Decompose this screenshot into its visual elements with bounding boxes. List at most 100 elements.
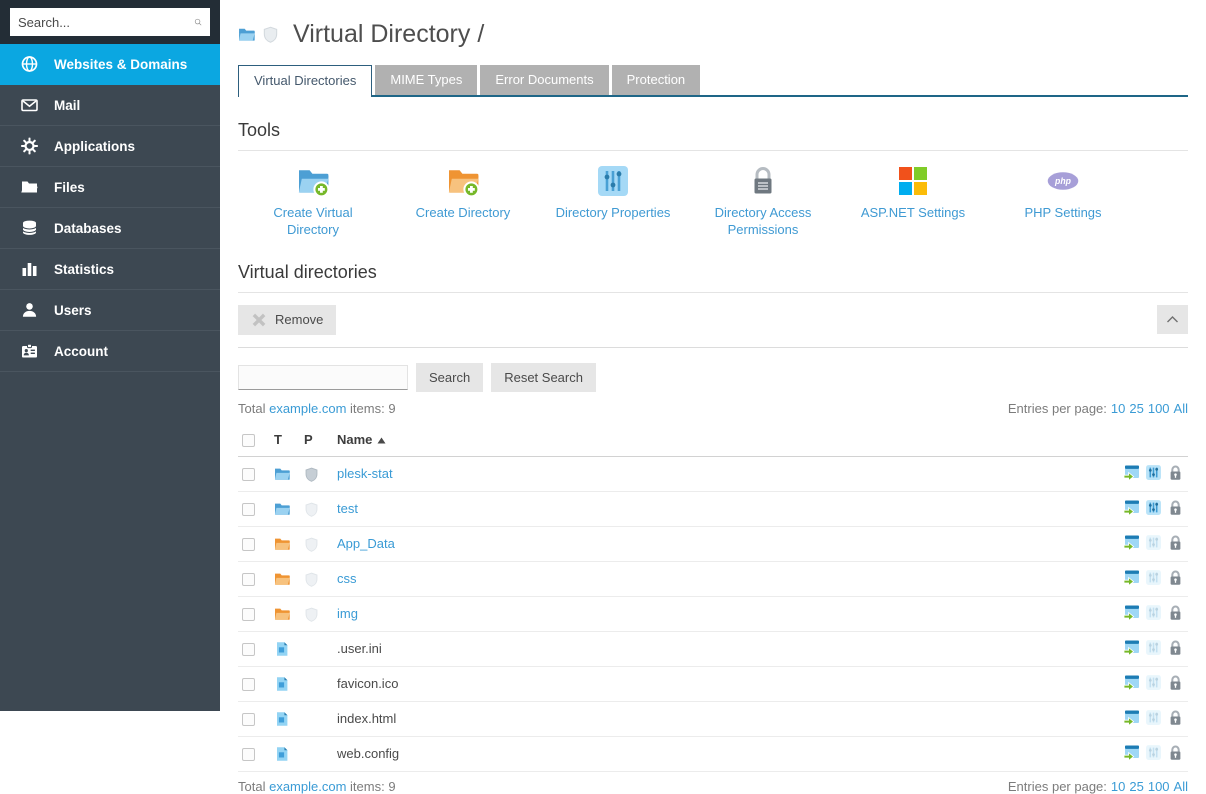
row-name-link[interactable]: test: [337, 501, 358, 516]
row-name-link[interactable]: css: [337, 571, 357, 586]
file-icon: [274, 641, 290, 657]
tool-directory-properties[interactable]: Directory Properties: [538, 162, 688, 239]
row-name-text: index.html: [337, 711, 396, 726]
permissions-action-icon[interactable]: [1167, 639, 1184, 656]
tab-mime-types[interactable]: MIME Types: [375, 65, 477, 95]
reset-search-button[interactable]: Reset Search: [491, 363, 596, 392]
row-name-link[interactable]: img: [337, 606, 358, 621]
domain-link[interactable]: example.com: [269, 779, 346, 794]
properties-action-icon: [1145, 569, 1162, 586]
permissions-action-icon[interactable]: [1167, 674, 1184, 691]
tool-asp-net-settings[interactable]: ASP.NET Settings: [838, 162, 988, 239]
page-title-row: Virtual Directory /: [238, 20, 1188, 49]
open-action-icon[interactable]: [1123, 674, 1140, 691]
row-checkbox[interactable]: [242, 643, 255, 656]
ms-squares-icon: [897, 162, 929, 200]
row-checkbox[interactable]: [242, 748, 255, 761]
permissions-action-icon[interactable]: [1167, 709, 1184, 726]
open-action-icon[interactable]: [1123, 499, 1140, 516]
sidebar-item-mail[interactable]: Mail: [0, 85, 220, 126]
tab-protection[interactable]: Protection: [612, 65, 701, 95]
entries-option-100[interactable]: 100: [1148, 779, 1170, 794]
domain-link[interactable]: example.com: [269, 401, 346, 416]
row-checkbox[interactable]: [242, 503, 255, 516]
sidebar-item-label: Websites & Domains: [54, 57, 187, 72]
permissions-action-icon[interactable]: [1167, 499, 1184, 516]
column-type[interactable]: T: [270, 426, 300, 457]
open-action-icon[interactable]: [1123, 744, 1140, 761]
tab-error-documents[interactable]: Error Documents: [480, 65, 608, 95]
sidebar-search-input[interactable]: [18, 15, 194, 30]
sidebar-item-statistics[interactable]: Statistics: [0, 249, 220, 290]
open-action-icon[interactable]: [1123, 534, 1140, 551]
row-checkbox[interactable]: [242, 573, 255, 586]
filter-input[interactable]: [238, 365, 408, 390]
entries-option-25[interactable]: 25: [1129, 401, 1143, 416]
open-action-icon[interactable]: [1123, 639, 1140, 656]
entries-option-25[interactable]: 25: [1129, 779, 1143, 794]
properties-action-icon[interactable]: [1145, 499, 1162, 516]
properties-action-icon: [1145, 604, 1162, 621]
shield-icon: [304, 467, 319, 482]
remove-button[interactable]: Remove: [238, 305, 336, 335]
collapse-toolbar-button[interactable]: [1157, 305, 1188, 334]
column-name[interactable]: Name: [333, 426, 1084, 457]
folder-orange-icon: [274, 606, 290, 622]
table-row: plesk-stat: [238, 456, 1188, 491]
sidebar-item-users[interactable]: Users: [0, 290, 220, 331]
entries-option-all[interactable]: All: [1174, 401, 1188, 416]
file-icon: [274, 746, 290, 762]
row-checkbox[interactable]: [242, 538, 255, 551]
sidebar-item-applications[interactable]: Applications: [0, 126, 220, 167]
entries-option-all[interactable]: All: [1174, 779, 1188, 794]
sidebar-item-label: Mail: [54, 98, 80, 113]
row-name-text: web.config: [337, 746, 399, 761]
sidebar: Websites & Domains Mail ApplicationsFilesD…: [0, 0, 220, 711]
row-name-link[interactable]: App_Data: [337, 536, 395, 551]
tab-bar: Virtual DirectoriesMIME TypesError Docum…: [238, 65, 1188, 97]
permissions-action-icon[interactable]: [1167, 464, 1184, 481]
open-action-icon[interactable]: [1123, 569, 1140, 586]
row-checkbox[interactable]: [242, 678, 255, 691]
folder-orange-icon: [274, 571, 290, 587]
row-checkbox[interactable]: [242, 608, 255, 621]
row-checkbox[interactable]: [242, 468, 255, 481]
entries-option-10[interactable]: 10: [1111, 401, 1125, 416]
tool-create-directory[interactable]: Create Directory: [388, 162, 538, 239]
column-protection[interactable]: P: [300, 426, 333, 457]
open-action-icon[interactable]: [1123, 709, 1140, 726]
permissions-action-icon[interactable]: [1167, 744, 1184, 761]
properties-action-icon[interactable]: [1145, 464, 1162, 481]
sidebar-item-label: Users: [54, 303, 92, 318]
sidebar-item-databases[interactable]: Databases: [0, 208, 220, 249]
open-action-icon[interactable]: [1123, 464, 1140, 481]
open-action-icon[interactable]: [1123, 604, 1140, 621]
tools-heading: Tools: [238, 120, 1188, 151]
permissions-action-icon[interactable]: [1167, 604, 1184, 621]
id-card-icon: [20, 342, 39, 360]
tab-virtual-directories[interactable]: Virtual Directories: [238, 65, 372, 97]
table-row: img: [238, 596, 1188, 631]
entries-option-100[interactable]: 100: [1148, 401, 1170, 416]
row-name-link[interactable]: plesk-stat: [337, 466, 393, 481]
search-button[interactable]: Search: [416, 363, 483, 392]
permissions-action-icon[interactable]: [1167, 534, 1184, 551]
file-icon: [274, 711, 290, 727]
row-checkbox[interactable]: [242, 713, 255, 726]
tool-create-virtual-directory[interactable]: Create Virtual Directory: [238, 162, 388, 239]
entries-label: Entries per page:: [1008, 779, 1107, 794]
sidebar-item-websites-domains[interactable]: Websites & Domains: [0, 44, 220, 85]
permissions-action-icon[interactable]: [1167, 569, 1184, 586]
tool-directory-access-permissions[interactable]: Directory Access Permissions: [688, 162, 838, 239]
sidebar-item-label: Statistics: [54, 262, 114, 277]
sidebar-item-files[interactable]: Files: [0, 167, 220, 208]
folder-icon: [20, 178, 39, 196]
tool-php-settings[interactable]: phpPHP Settings: [988, 162, 1138, 239]
select-all-checkbox[interactable]: [242, 434, 255, 447]
properties-action-icon: [1145, 674, 1162, 691]
sidebar-item-account[interactable]: Account: [0, 331, 220, 372]
entries-option-10[interactable]: 10: [1111, 779, 1125, 794]
table-header-row: T P Name: [238, 426, 1188, 457]
search-icon[interactable]: [194, 13, 202, 31]
total-items-text: Total example.com items: 9: [238, 401, 396, 416]
